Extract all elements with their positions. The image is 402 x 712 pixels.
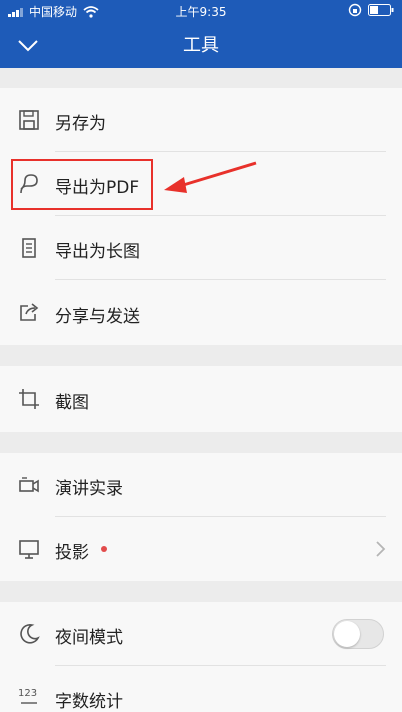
tool-save-as[interactable]: 另存为 (0, 88, 402, 152)
orientation-lock-icon (348, 3, 362, 17)
export-long-image-label: 导出为长图 (55, 242, 140, 262)
presentation-record-label: 演讲实录 (55, 479, 123, 499)
night-mode-toggle[interactable] (332, 619, 384, 649)
section-gap (0, 68, 402, 88)
crop-icon (19, 389, 39, 409)
svg-text:123: 123 (18, 688, 37, 699)
chevron-right-icon (376, 541, 386, 557)
long-image-icon (22, 238, 36, 258)
save-as-label: 另存为 (55, 114, 106, 134)
word-count-icon: 123 (18, 688, 37, 704)
moon-icon (20, 624, 40, 644)
highlight-box (11, 159, 153, 210)
section-gap (0, 432, 402, 453)
projection-label: 投影 (55, 543, 89, 563)
battery-icon (368, 4, 394, 16)
save-icon (19, 110, 39, 130)
section-gap (0, 581, 402, 602)
screenshot-label: 截图 (55, 393, 89, 413)
toggle-knob (334, 621, 360, 647)
annotation-arrow-icon (164, 161, 257, 193)
share-icon (20, 303, 39, 321)
status-right (348, 3, 394, 17)
tool-export-long-image[interactable]: 导出为长图 (0, 216, 402, 280)
new-badge-dot (101, 546, 107, 552)
tool-night-mode[interactable]: 夜间模式 (0, 602, 402, 666)
tool-projection[interactable]: 投影 (0, 517, 402, 581)
page-title: 工具 (183, 35, 219, 56)
tool-screenshot[interactable]: 截图 (0, 366, 402, 432)
section-gap (0, 345, 402, 366)
monitor-icon (19, 540, 39, 559)
share-send-label: 分享与发送 (55, 307, 140, 327)
tool-presentation-record[interactable]: 演讲实录 (0, 453, 402, 517)
video-camera-icon (19, 477, 39, 493)
status-time: 上午9:35 (175, 5, 227, 19)
tool-word-count[interactable]: 123 字数统计 (0, 666, 402, 712)
status-bar: 中国移动 上午9:35 (0, 0, 402, 22)
night-mode-label: 夜间模式 (55, 628, 123, 648)
app-header: 工具 (0, 22, 402, 68)
word-count-label: 字数统计 (55, 692, 123, 712)
tool-share-send[interactable]: 分享与发送 (0, 280, 402, 345)
